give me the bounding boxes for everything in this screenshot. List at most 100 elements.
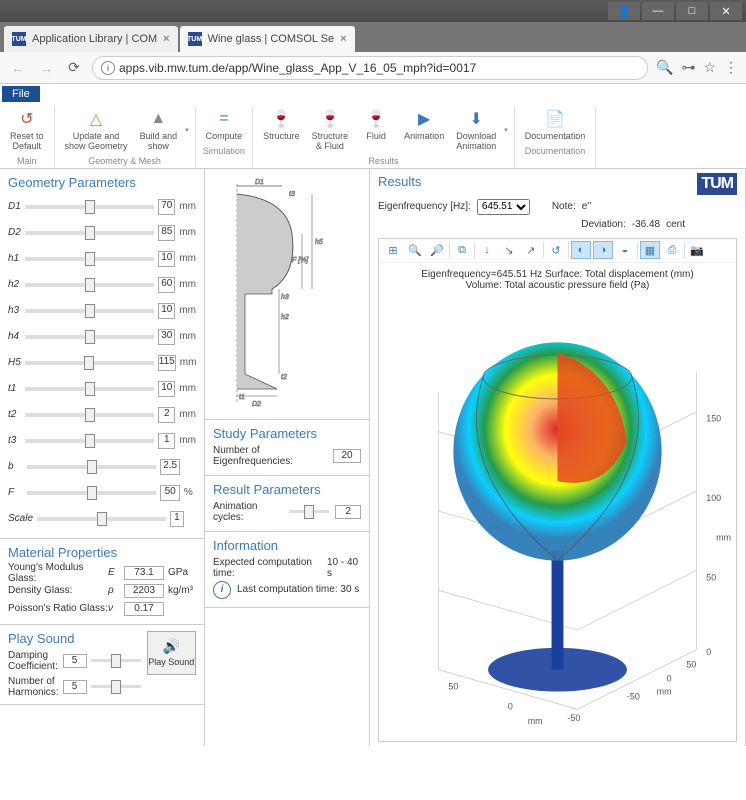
zoom-extents-icon[interactable]: ⊞ bbox=[383, 241, 403, 259]
back-button[interactable]: ← bbox=[8, 58, 28, 78]
harmonics-value[interactable]: 5 bbox=[63, 680, 87, 694]
harmonics-label: Number of Harmonics: bbox=[8, 676, 59, 698]
param-D1-value[interactable]: 70 bbox=[158, 199, 175, 215]
geometry-diagram: D1 t3 h5 F [%] h2 h3 t2 t1 D2 bbox=[205, 169, 369, 419]
information-section: Information Expected computation time: 1… bbox=[205, 532, 369, 608]
reload-button[interactable]: ⟳ bbox=[64, 58, 84, 78]
material-value[interactable]: 2203 bbox=[124, 584, 164, 598]
param-h1-value[interactable]: 10 bbox=[158, 251, 175, 267]
param-D1-slider[interactable] bbox=[25, 205, 154, 209]
harmonics-slider[interactable] bbox=[91, 685, 141, 688]
param-label: F bbox=[8, 487, 23, 498]
ribbon-reset-to-default-button[interactable]: ↺Reset to Default bbox=[4, 106, 50, 154]
svg-text:150: 150 bbox=[706, 414, 721, 424]
param-F-value[interactable]: 50 bbox=[160, 485, 180, 501]
tab-app-library[interactable]: TUM Application Library | COM × bbox=[4, 26, 178, 52]
chevron-down-icon[interactable]: ▾ bbox=[502, 126, 510, 134]
close-icon[interactable]: × bbox=[163, 33, 169, 45]
param-t2-slider[interactable] bbox=[25, 413, 154, 417]
forward-button[interactable]: → bbox=[36, 58, 56, 78]
svg-text:h3: h3 bbox=[281, 294, 289, 301]
menu-icon[interactable]: ⋮ bbox=[724, 59, 738, 76]
ribbon-documentation-button[interactable]: 📄Documentation bbox=[519, 106, 592, 144]
ribbon-label: Build and show bbox=[140, 132, 178, 152]
svg-text:t1: t1 bbox=[239, 394, 245, 401]
param-b-value[interactable]: 2.5 bbox=[160, 459, 180, 475]
svg-text:h2: h2 bbox=[281, 314, 289, 321]
param-D2-slider[interactable] bbox=[25, 231, 154, 235]
material-label: Poisson's Ratio Glass: bbox=[8, 603, 108, 614]
print-icon[interactable]: ⎙ bbox=[662, 241, 682, 259]
key-icon[interactable]: ⊶ bbox=[681, 59, 695, 76]
star-icon[interactable]: ☆ bbox=[703, 59, 716, 76]
zoom-out-icon[interactable]: 🔎 bbox=[427, 241, 447, 259]
param-Scale-slider[interactable] bbox=[37, 517, 166, 521]
close-icon[interactable]: × bbox=[340, 33, 346, 45]
param-b-slider[interactable] bbox=[27, 465, 156, 469]
ribbon-structure-button[interactable]: 🍷Structure bbox=[257, 106, 306, 154]
maximize-button[interactable]: □ bbox=[676, 2, 708, 20]
svg-text:mm: mm bbox=[528, 716, 543, 726]
param-t1-slider[interactable] bbox=[25, 387, 154, 391]
site-info-icon[interactable]: i bbox=[101, 61, 115, 75]
chevron-down-icon[interactable]: ▾ bbox=[183, 126, 191, 134]
ribbon-build-and-show-button[interactable]: ▲Build and show bbox=[134, 106, 184, 154]
ribbon-animation-button[interactable]: ▶Animation bbox=[398, 106, 450, 154]
snapshot-icon[interactable]: 📷 bbox=[687, 241, 707, 259]
zoom-icon[interactable]: 🔍 bbox=[656, 59, 673, 76]
param-h2-value[interactable]: 60 bbox=[158, 277, 175, 293]
param-D2-value[interactable]: 85 bbox=[158, 225, 175, 241]
light-2-icon[interactable]: ◑ bbox=[593, 241, 613, 259]
damping-value[interactable]: 5 bbox=[63, 654, 87, 668]
param-t1-value[interactable]: 10 bbox=[158, 381, 175, 397]
param-h3-slider[interactable] bbox=[25, 309, 154, 313]
ribbon-group-label: Geometry & Mesh bbox=[88, 154, 161, 168]
url-input[interactable]: i apps.vib.mw.tum.de/app/Wine_glass_App_… bbox=[92, 56, 648, 80]
param-h1-slider[interactable] bbox=[25, 257, 154, 261]
eigen-count-value[interactable]: 20 bbox=[333, 449, 361, 463]
material-value[interactable]: 0.17 bbox=[124, 602, 164, 616]
tab-wine-glass[interactable]: TUM Wine glass | COMSOL Se × bbox=[180, 26, 355, 52]
close-button[interactable]: ✕ bbox=[710, 2, 742, 20]
damping-slider[interactable] bbox=[91, 659, 141, 662]
minimize-button[interactable]: — bbox=[642, 2, 674, 20]
param-h2-slider[interactable] bbox=[25, 283, 154, 287]
eigenfreq-select[interactable]: 645.51 bbox=[477, 199, 530, 215]
anim-cycles-slider[interactable] bbox=[289, 510, 329, 513]
ribbon-download-animation-button[interactable]: ⬇Download Animation bbox=[450, 106, 502, 154]
param-h4-value[interactable]: 30 bbox=[158, 329, 175, 345]
file-menu[interactable]: File bbox=[2, 86, 40, 102]
param-unit: mm bbox=[179, 227, 196, 238]
ribbon-fluid-button[interactable]: 🍷Fluid bbox=[354, 106, 398, 154]
light-3-icon[interactable]: ◒ bbox=[615, 241, 635, 259]
transparency-icon[interactable]: ▦ bbox=[640, 241, 660, 259]
svg-text:D2: D2 bbox=[252, 401, 261, 408]
material-value[interactable]: 73.1 bbox=[124, 566, 164, 580]
param-label: Scale bbox=[8, 513, 33, 524]
param-Scale-value[interactable]: 1 bbox=[170, 511, 184, 527]
view-xy-icon[interactable]: ↓ bbox=[477, 241, 497, 259]
zoom-box-icon[interactable]: ⧉ bbox=[452, 241, 472, 259]
view-default-icon[interactable]: ↺ bbox=[546, 241, 566, 259]
view-yz-icon[interactable]: ↘ bbox=[499, 241, 519, 259]
ribbon-compute-button[interactable]: =Compute bbox=[200, 106, 249, 144]
ribbon-structure-fluid-button[interactable]: 🍷Structure & Fluid bbox=[306, 106, 355, 154]
param-H5-value[interactable]: 115 bbox=[158, 355, 176, 371]
param-t3-value[interactable]: 1 bbox=[158, 433, 175, 449]
plot-area[interactable]: Eigenfrequency=645.51 Hz Surface: Total … bbox=[379, 263, 736, 741]
last-time-label: Last computation time: 30 s bbox=[237, 584, 359, 595]
param-t2-value[interactable]: 2 bbox=[158, 407, 175, 423]
param-h3-value[interactable]: 10 bbox=[158, 303, 175, 319]
param-H5-slider[interactable] bbox=[25, 361, 154, 365]
section-title: Result Parameters bbox=[213, 482, 361, 497]
param-h4-slider[interactable] bbox=[25, 335, 154, 339]
play-sound-button[interactable]: 🔊 Play Sound bbox=[147, 631, 196, 675]
anim-cycles-value[interactable]: 2 bbox=[335, 505, 361, 519]
light-1-icon[interactable]: ◐ bbox=[571, 241, 591, 259]
param-t3-slider[interactable] bbox=[25, 439, 154, 443]
zoom-in-icon[interactable]: 🔍 bbox=[405, 241, 425, 259]
chrome-user-icon[interactable]: 👤 bbox=[608, 2, 640, 20]
param-F-slider[interactable] bbox=[27, 491, 156, 495]
view-xz-icon[interactable]: ↗ bbox=[521, 241, 541, 259]
ribbon-update-and-show-geometry-button[interactable]: △Update and show Geometry bbox=[59, 106, 134, 154]
